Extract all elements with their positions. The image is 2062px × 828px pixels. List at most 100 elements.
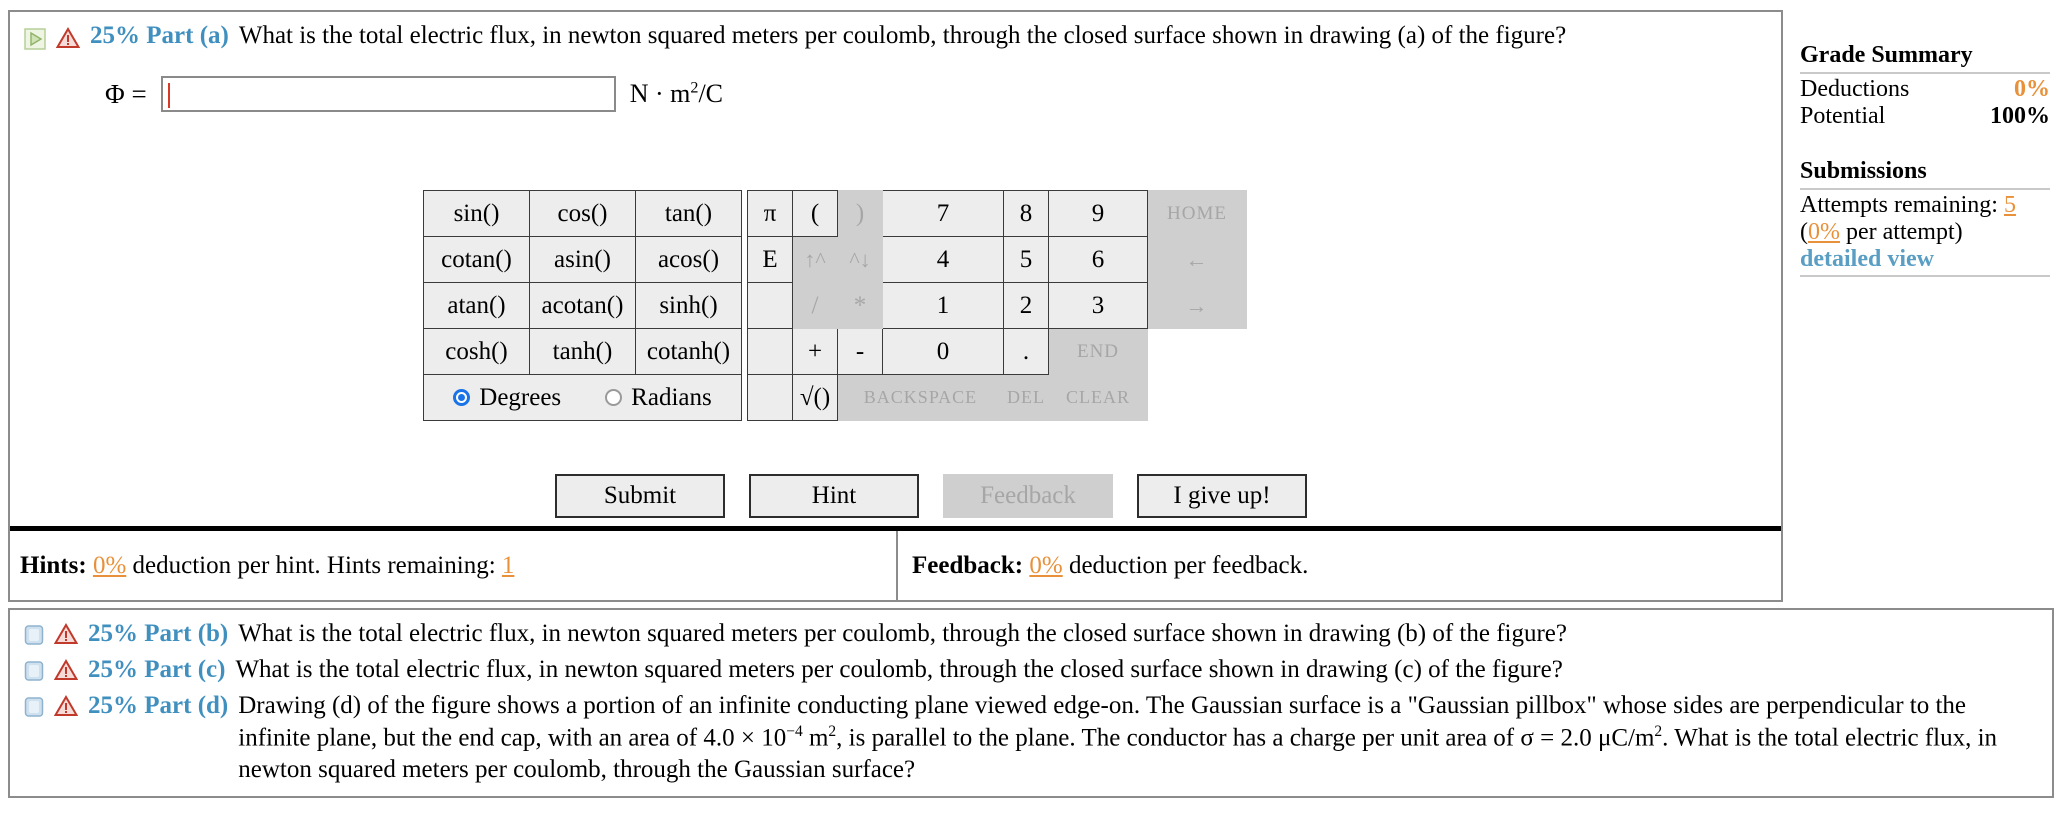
numpad-row: π ( ) 7 8 9 HOME <box>747 190 1247 237</box>
feedback-cell: Feedback: 0% deduction per feedback. <box>898 531 1781 600</box>
per-attempt-open-paren: ( <box>1800 219 1808 245</box>
key-cosh[interactable]: cosh() <box>423 328 530 375</box>
attempts-value: 5 <box>2003 192 2016 218</box>
attempts-label: Attempts remaining: <box>1800 192 1998 218</box>
answer-row: Φ = N · m2/C <box>105 76 1781 112</box>
key-minus[interactable]: - <box>837 328 883 375</box>
part-d-exponent-1: −4 <box>786 723 803 740</box>
numeric-keypad: π ( ) 7 8 9 HOME E ↑^ ^↓ 4 5 6 ← / * 1 2… <box>747 190 1247 421</box>
degrees-label: Degrees <box>479 383 562 411</box>
warning-icon <box>53 622 79 646</box>
key-sqrt[interactable]: √() <box>792 374 838 421</box>
numpad-row: √() BACKSPACE DEL CLEAR <box>747 374 1247 421</box>
key-superscript-up-icon: ↑^ <box>792 236 838 283</box>
part-a-question-text: What is the total electric flux, in newt… <box>238 22 1567 49</box>
key-cos[interactable]: cos() <box>529 190 636 237</box>
part-b-row[interactable]: 25% Part (b) What is the total electric … <box>10 616 2052 652</box>
key-blank-1[interactable] <box>747 282 793 329</box>
collapse-box-icon[interactable] <box>24 624 44 646</box>
key-sinh[interactable]: sinh() <box>635 282 742 329</box>
key-3[interactable]: 3 <box>1048 282 1148 329</box>
unit-tail: /C <box>698 79 724 108</box>
part-d-exponent-3: 2 <box>1654 723 1663 740</box>
radio-degrees[interactable] <box>453 389 471 406</box>
angle-mode-row: Degrees Radians <box>423 374 742 421</box>
key-plus[interactable]: + <box>792 328 838 375</box>
part-d-text-2: m <box>802 724 829 752</box>
hints-remaining-count: 1 <box>501 551 515 579</box>
part-d-text: Drawing (d) of the figure shows a portio… <box>238 690 2038 786</box>
key-acos[interactable]: acos() <box>635 236 742 283</box>
detailed-view-row: detailed view <box>1800 246 2050 277</box>
grade-summary-sidebar: Grade Summary Deductions 0% Potential 10… <box>1800 42 2050 277</box>
submit-button[interactable]: Submit <box>555 474 725 518</box>
numpad-row: + - 0 . END <box>747 328 1247 375</box>
key-8[interactable]: 8 <box>1003 190 1049 237</box>
warning-icon <box>53 658 79 682</box>
part-c-percent-label: 25% Part (c) <box>88 656 226 683</box>
collapse-box-icon[interactable] <box>24 696 44 718</box>
key-9[interactable]: 9 <box>1048 190 1148 237</box>
key-blank-2[interactable] <box>747 328 793 375</box>
hints-feedback-bar: Hints: 0% deduction per hint. Hints rema… <box>10 526 1781 600</box>
trig-keypad: sin() cos() tan() cotan() asin() acos() … <box>423 190 742 421</box>
numpad-row: E ↑^ ^↓ 4 5 6 ← <box>747 236 1247 283</box>
key-6[interactable]: 6 <box>1048 236 1148 283</box>
give-up-button[interactable]: I give up! <box>1137 474 1307 518</box>
feedback-label: Feedback: <box>912 551 1024 579</box>
key-cotan[interactable]: cotan() <box>423 236 530 283</box>
key-atan[interactable]: atan() <box>423 282 530 329</box>
key-asin[interactable]: asin() <box>529 236 636 283</box>
part-b-text: What is the total electric flux, in newt… <box>238 620 1567 647</box>
key-sin[interactable]: sin() <box>423 190 530 237</box>
part-d-text-3: , is parallel to the plane. The conducto… <box>836 724 1655 752</box>
key-2[interactable]: 2 <box>1003 282 1049 329</box>
key-tanh[interactable]: tanh() <box>529 328 636 375</box>
deductions-row: Deductions 0% <box>1800 76 2050 103</box>
key-5[interactable]: 5 <box>1003 236 1049 283</box>
unit-label: N · m2/C <box>630 79 723 109</box>
key-tan[interactable]: tan() <box>635 190 742 237</box>
collapse-box-icon[interactable] <box>24 660 44 682</box>
answer-input[interactable] <box>160 76 616 112</box>
key-del: DEL <box>1003 374 1049 421</box>
part-c-row[interactable]: 25% Part (c) What is the total electric … <box>10 652 2052 688</box>
per-attempt-pct: 0% <box>1808 219 1840 245</box>
potential-row: Potential 100% <box>1800 103 2050 130</box>
hint-button[interactable]: Hint <box>749 474 919 518</box>
action-buttons: Submit Hint Feedback I give up! <box>555 474 1307 518</box>
feedback-button: Feedback <box>943 474 1113 518</box>
part-a-percent-label: 25% Part (a) <box>90 22 229 49</box>
key-home: HOME <box>1147 190 1247 237</box>
key-cotanh[interactable]: cotanh() <box>635 328 742 375</box>
key-decimal-point[interactable]: . <box>1003 328 1049 375</box>
key-pi[interactable]: π <box>747 190 793 237</box>
divider <box>1800 188 2050 190</box>
key-e[interactable]: E <box>747 236 793 283</box>
divider <box>1800 72 2050 74</box>
key-blank-3[interactable] <box>747 374 793 421</box>
part-d-row[interactable]: 25% Part (d) Drawing (d) of the figure s… <box>10 688 2052 788</box>
phi-label: Φ = <box>105 78 147 109</box>
text-caret <box>167 83 170 108</box>
hints-label: Hints: <box>20 551 87 579</box>
part-a-panel: 25% Part (a) What is the total electric … <box>8 10 1783 602</box>
detailed-view-link[interactable]: detailed view <box>1800 246 1934 272</box>
radio-radians[interactable] <box>605 389 623 406</box>
other-parts-panel: 25% Part (b) What is the total electric … <box>8 608 2054 799</box>
key-clear: CLEAR <box>1048 374 1148 421</box>
key-1[interactable]: 1 <box>882 282 1004 329</box>
key-4[interactable]: 4 <box>882 236 1004 283</box>
expand-play-icon[interactable] <box>24 28 46 50</box>
hints-text: deduction per hint. Hints remaining: <box>132 551 496 579</box>
key-7[interactable]: 7 <box>882 190 1004 237</box>
trig-row: cosh() tanh() cotanh() <box>423 328 742 375</box>
hints-cell: Hints: 0% deduction per hint. Hints rema… <box>10 531 898 600</box>
key-open-paren[interactable]: ( <box>792 190 838 237</box>
key-backspace: BACKSPACE <box>837 374 1004 421</box>
radians-label: Radians <box>631 383 712 411</box>
key-acotan[interactable]: acotan() <box>529 282 636 329</box>
part-c-text: What is the total electric flux, in newt… <box>235 656 1563 683</box>
trig-row: cotan() asin() acos() <box>423 236 742 283</box>
key-0[interactable]: 0 <box>882 328 1004 375</box>
